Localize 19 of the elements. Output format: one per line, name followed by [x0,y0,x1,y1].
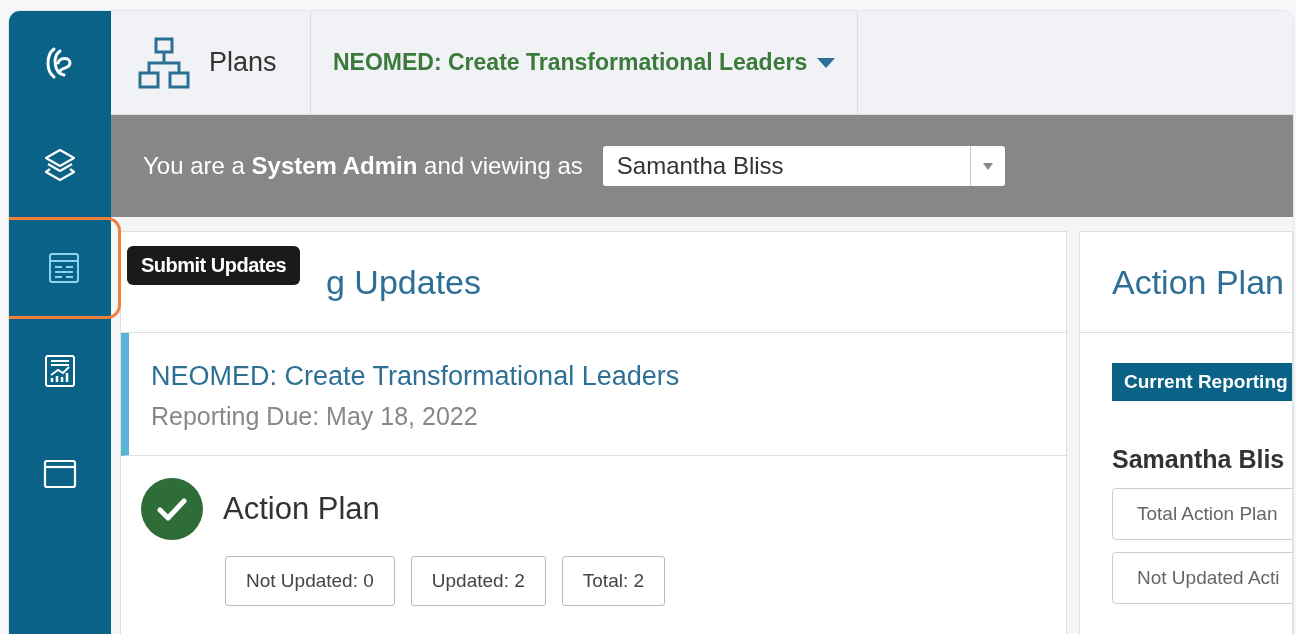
summary-row: Not Updated Acti [1112,552,1292,604]
count-button[interactable]: Not Updated: 0 [225,556,395,606]
plan-link[interactable]: NEOMED: Create Transformational Leaders [151,361,1042,392]
hierarchy-icon [137,35,191,90]
reporting-badge: Current Reporting [1112,363,1292,401]
plan-dropdown[interactable]: NEOMED: Create Transformational Leaders [311,11,859,114]
user-select[interactable]: Samantha Bliss [602,146,1005,186]
tooltip: Submit Updates [127,246,301,285]
due-date: Reporting Due: May 18, 2022 [151,402,479,431]
count-button[interactable]: Updated: 2 [410,556,546,606]
caret-icon [982,162,993,170]
count-button[interactable]: Total: 2 [561,556,666,606]
summary-row: Total Action Plan [1112,488,1292,540]
panel-heading: Action Plan [1080,232,1292,333]
section-title: Plans [209,47,277,78]
section-title: Action Plan [223,491,380,527]
caret-icon [817,57,836,68]
user-name: Samantha Blis [1112,445,1285,474]
role-notice: You are a System Admin and viewing as [143,152,583,180]
